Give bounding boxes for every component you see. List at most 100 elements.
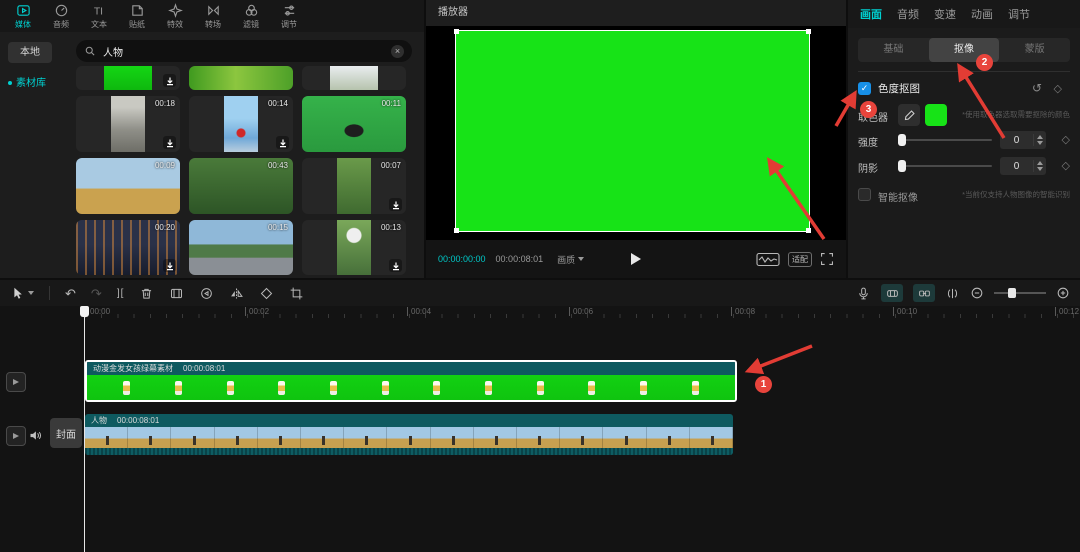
fit-button[interactable]: 适配 bbox=[788, 252, 812, 267]
track2-toggle-button[interactable] bbox=[6, 426, 26, 446]
video-editor-app: 媒体 音频 TI 文本 贴纸 特效 转场 bbox=[0, 0, 1080, 552]
fullscreen-icon[interactable] bbox=[820, 252, 834, 266]
intensity-value-box[interactable]: 0 bbox=[1000, 131, 1046, 149]
resize-handle[interactable] bbox=[454, 228, 459, 233]
tab-media[interactable]: 媒体 bbox=[4, 0, 42, 32]
sidebar-item-library[interactable]: 素材库 bbox=[6, 74, 62, 94]
keyframe-icon[interactable]: ◇ bbox=[1062, 159, 1070, 172]
zoom-out-icon[interactable] bbox=[970, 286, 984, 300]
sidebar-item-local[interactable]: 本地 bbox=[8, 42, 52, 63]
slider-thumb[interactable] bbox=[898, 134, 906, 146]
slider-thumb[interactable] bbox=[1008, 288, 1016, 298]
download-icon[interactable] bbox=[163, 136, 176, 149]
tab-picture[interactable]: 画面 bbox=[860, 6, 882, 22]
download-icon[interactable] bbox=[163, 259, 176, 272]
tab-transition[interactable]: 转场 bbox=[194, 0, 232, 32]
search-input[interactable] bbox=[101, 45, 391, 58]
color-swatch[interactable] bbox=[925, 104, 947, 126]
quality-dropdown[interactable]: 画质 bbox=[557, 253, 584, 266]
media-item[interactable]: 00:15 bbox=[189, 220, 293, 275]
media-item[interactable] bbox=[76, 66, 180, 90]
tab-adjust[interactable]: 调节 bbox=[270, 0, 308, 32]
step-down-icon[interactable] bbox=[1037, 167, 1043, 171]
tab-speed[interactable]: 变速 bbox=[934, 6, 956, 22]
stepper[interactable] bbox=[1033, 160, 1046, 172]
keyframe-icon[interactable]: ◇ bbox=[1054, 82, 1062, 95]
download-icon[interactable] bbox=[389, 198, 402, 211]
tab-animation[interactable]: 动画 bbox=[971, 6, 993, 22]
link-toggle-icon[interactable] bbox=[913, 284, 935, 302]
playhead-handle[interactable] bbox=[80, 306, 89, 317]
freeze-frame-icon[interactable] bbox=[169, 286, 184, 301]
timeline-clip-greenscreen[interactable]: 动漫金发女孩绿幕素材 00:00:08:01 bbox=[85, 360, 737, 402]
timeline-clip-person[interactable]: 人物 00:00:08:01 bbox=[85, 414, 733, 455]
tab-sticker[interactable]: 贴纸 bbox=[118, 0, 156, 32]
tab-text[interactable]: TI 文本 bbox=[80, 0, 118, 32]
media-item[interactable]: 00:07 bbox=[302, 158, 406, 214]
mirror-icon[interactable] bbox=[229, 286, 244, 301]
sprite-thumbnail bbox=[433, 381, 440, 395]
track1-toggle-button[interactable] bbox=[6, 372, 26, 392]
close-icon[interactable]: × bbox=[391, 45, 404, 58]
eyedropper-button[interactable] bbox=[898, 104, 920, 126]
subtab-mask[interactable]: 蒙版 bbox=[999, 38, 1070, 62]
select-tool-button[interactable] bbox=[10, 286, 34, 300]
chroma-key-checkbox[interactable] bbox=[858, 82, 871, 95]
resize-handle[interactable] bbox=[454, 29, 459, 34]
split-icon[interactable]: ][ bbox=[117, 287, 125, 300]
sidebar-item-label: 素材库 bbox=[16, 78, 46, 89]
play-icon[interactable] bbox=[631, 253, 641, 265]
shadow-slider[interactable] bbox=[898, 156, 992, 176]
person-figure bbox=[193, 436, 196, 445]
slider-thumb[interactable] bbox=[898, 160, 906, 172]
media-item[interactable]: 00:14 bbox=[189, 96, 293, 152]
media-item[interactable]: 00:18 bbox=[76, 96, 180, 152]
snap-toggle-icon[interactable] bbox=[881, 284, 903, 302]
tab-filter[interactable]: 滤镜 bbox=[232, 0, 270, 32]
media-item[interactable]: 00:20 bbox=[76, 220, 180, 275]
tab-audio-settings[interactable]: 音频 bbox=[897, 6, 919, 22]
step-up-icon[interactable] bbox=[1037, 161, 1043, 165]
green-screen-clip[interactable] bbox=[455, 30, 810, 232]
subtab-basic[interactable]: 基础 bbox=[858, 38, 929, 62]
download-icon[interactable] bbox=[389, 259, 402, 272]
smart-keying-checkbox[interactable] bbox=[858, 188, 871, 201]
download-icon[interactable] bbox=[163, 74, 176, 87]
microphone-icon[interactable] bbox=[856, 286, 871, 301]
media-item[interactable]: 00:43 bbox=[189, 158, 293, 214]
stepper[interactable] bbox=[1033, 134, 1046, 146]
reset-icon[interactable]: ↺ bbox=[1032, 81, 1042, 95]
media-item[interactable]: 00:11 bbox=[302, 96, 406, 152]
step-down-icon[interactable] bbox=[1037, 141, 1043, 145]
waveform-preview-icon[interactable] bbox=[756, 252, 780, 267]
intensity-row: 强度 0 ◇ bbox=[858, 130, 1070, 150]
intensity-slider[interactable] bbox=[898, 130, 992, 150]
preview-axis-icon[interactable] bbox=[945, 286, 960, 301]
cover-button[interactable]: 封面 bbox=[50, 418, 82, 448]
speaker-icon[interactable] bbox=[28, 428, 43, 443]
media-item[interactable] bbox=[189, 66, 293, 90]
search-box[interactable]: × bbox=[76, 40, 412, 62]
reverse-icon[interactable] bbox=[199, 286, 214, 301]
keyframe-icon[interactable]: ◇ bbox=[1062, 133, 1070, 146]
crop-icon[interactable] bbox=[289, 286, 304, 301]
thumbnail bbox=[337, 158, 371, 214]
media-item[interactable]: 00:09 bbox=[76, 158, 180, 214]
undo-icon[interactable]: ↶ bbox=[65, 287, 76, 300]
tab-adjustment[interactable]: 调节 bbox=[1008, 6, 1030, 22]
step-up-icon[interactable] bbox=[1037, 135, 1043, 139]
tab-audio[interactable]: 音频 bbox=[42, 0, 80, 32]
rotate-icon[interactable] bbox=[259, 286, 274, 301]
tab-effects[interactable]: 特效 bbox=[156, 0, 194, 32]
playhead-line[interactable] bbox=[84, 306, 85, 552]
zoom-slider[interactable] bbox=[994, 287, 1046, 299]
delete-icon[interactable] bbox=[139, 286, 154, 301]
redo-icon[interactable]: ↷ bbox=[91, 287, 102, 300]
resize-handle[interactable] bbox=[806, 228, 811, 233]
resize-handle[interactable] bbox=[806, 29, 811, 34]
media-item[interactable]: 00:13 bbox=[302, 220, 406, 275]
media-item[interactable] bbox=[302, 66, 406, 90]
download-icon[interactable] bbox=[276, 136, 289, 149]
shadow-value-box[interactable]: 0 bbox=[1000, 157, 1046, 175]
zoom-in-icon[interactable] bbox=[1056, 286, 1070, 300]
